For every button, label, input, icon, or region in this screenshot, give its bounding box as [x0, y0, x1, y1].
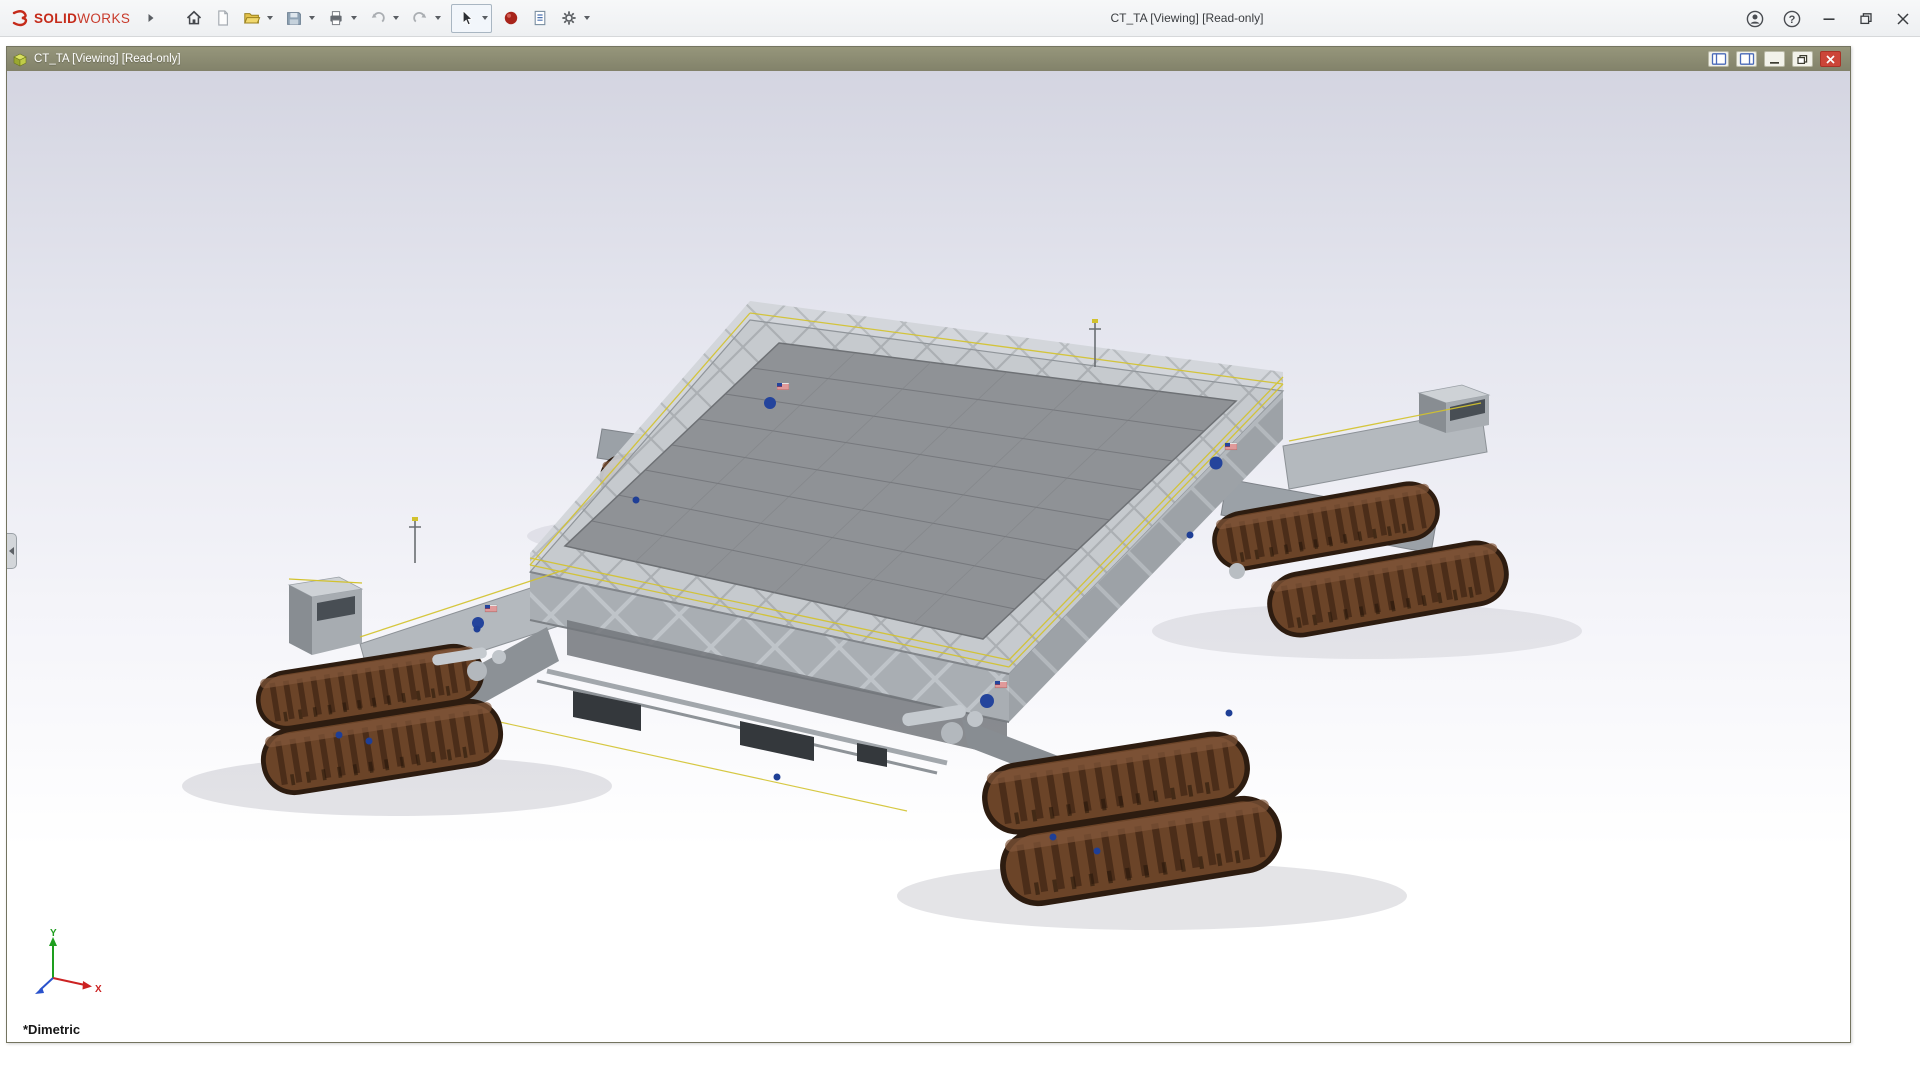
solidworks-resources-button[interactable] [497, 5, 524, 32]
undo-button[interactable] [364, 5, 391, 32]
brand-text: SOLIDWORKS [34, 11, 130, 26]
mdi-client-area: CT_TA [Viewing] [Read-only] [0, 37, 1920, 1078]
save-icon [285, 9, 303, 27]
open-folder-icon [243, 9, 261, 27]
doc-minimize-button[interactable] [1764, 51, 1785, 67]
caret-down-icon [393, 16, 399, 20]
new-document-icon [214, 9, 232, 27]
restore-icon [1795, 53, 1810, 66]
user-account-button[interactable] [1743, 5, 1767, 33]
user-icon [1745, 9, 1765, 29]
app-titlebar: SOLIDWORKS [0, 0, 1920, 37]
chevron-right-icon [147, 13, 155, 23]
home-icon [185, 9, 203, 27]
restore-icon [1858, 11, 1874, 27]
help-button[interactable]: ? [1780, 5, 1804, 33]
options-dropdown[interactable] [582, 5, 592, 32]
new-document-button[interactable] [209, 5, 236, 32]
doc-close-button[interactable] [1820, 51, 1841, 67]
dassault-3ds-icon [10, 8, 30, 28]
graphics-area[interactable]: Y X *Dimetric [7, 71, 1850, 1042]
caret-down-icon [584, 16, 590, 20]
redo-button[interactable] [406, 5, 433, 32]
file-properties-button[interactable] [526, 5, 553, 32]
select-cursor-icon [458, 9, 476, 27]
x-axis-label: X [95, 984, 102, 995]
minimize-icon [1821, 11, 1837, 27]
open-dropdown[interactable] [265, 5, 275, 32]
orientation-triad[interactable]: Y X [27, 928, 111, 1012]
app-restore-button[interactable] [1854, 5, 1878, 33]
undo-dropdown[interactable] [391, 5, 401, 32]
collapse-arrow-icon [9, 547, 14, 555]
feature-pane-icon [1711, 52, 1727, 66]
toolbar-flyout-arrow[interactable] [144, 7, 158, 29]
close-icon [1895, 11, 1911, 27]
select-dropdown[interactable] [480, 5, 490, 32]
caret-down-icon [267, 16, 273, 20]
assembly-document-icon [12, 51, 28, 67]
active-tool-frame [451, 4, 492, 33]
print-button[interactable] [322, 5, 349, 32]
app-close-button[interactable] [1891, 5, 1915, 33]
save-button[interactable] [280, 5, 307, 32]
print-icon [327, 9, 345, 27]
minimize-icon [1767, 53, 1782, 66]
y-axis-label: Y [50, 928, 57, 939]
solidworks-app: SOLIDWORKS [0, 0, 1920, 1078]
app-title: CT_TA [Viewing] [Read-only] [1087, 0, 1287, 37]
caret-down-icon [435, 16, 441, 20]
display-pane-icon [1739, 52, 1755, 66]
panel-collapse-tab[interactable] [7, 533, 17, 569]
solidworks-logo: SOLIDWORKS [10, 8, 130, 28]
document-window: CT_TA [Viewing] [Read-only] [6, 46, 1851, 1043]
save-dropdown[interactable] [307, 5, 317, 32]
doc-restore-button[interactable] [1792, 51, 1813, 67]
document-title: CT_TA [Viewing] [Read-only] [34, 53, 181, 65]
print-dropdown[interactable] [349, 5, 359, 32]
view-orientation-label: *Dimetric [23, 1022, 80, 1037]
help-icon: ? [1782, 9, 1802, 29]
display-pane-toggle-button[interactable] [1736, 51, 1757, 67]
document-titlebar[interactable]: CT_TA [Viewing] [Read-only] [7, 47, 1850, 71]
app-minimize-button[interactable] [1817, 5, 1841, 33]
redo-icon [411, 9, 429, 27]
red-sphere-icon [502, 9, 520, 27]
document-window-buttons [1708, 51, 1841, 67]
caret-down-icon [351, 16, 357, 20]
window-controls: ? [1743, 0, 1915, 37]
open-button[interactable] [238, 5, 265, 32]
select-button[interactable] [453, 5, 480, 32]
close-icon [1823, 53, 1838, 66]
crawler-transporter-model [7, 71, 1850, 1042]
file-properties-icon [531, 9, 549, 27]
options-button[interactable] [555, 5, 582, 32]
home-button[interactable] [180, 5, 207, 32]
undo-icon [369, 9, 387, 27]
quick-access-toolbar [180, 4, 595, 33]
svg-text:?: ? [1789, 14, 1796, 26]
caret-down-icon [309, 16, 315, 20]
caret-down-icon [482, 16, 488, 20]
redo-dropdown[interactable] [433, 5, 443, 32]
gear-icon [560, 9, 578, 27]
x-axis-arrow-icon [83, 981, 93, 990]
feature-pane-toggle-button[interactable] [1708, 51, 1729, 67]
